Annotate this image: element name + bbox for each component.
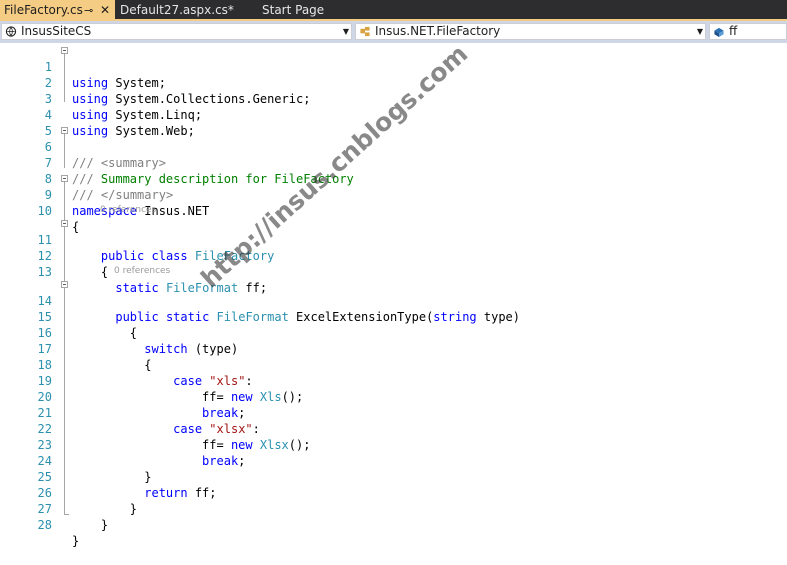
- csharp-project-icon: [5, 26, 17, 37]
- code-editor[interactable]: 1 using System; 2 using System.Collectio…: [0, 39, 787, 548]
- code-text: ff= new Xls();: [72, 390, 304, 404]
- code-text: return ff;: [144, 486, 217, 500]
- code-line: 8 /// </summary>: [0, 155, 173, 202]
- code-text: {: [72, 358, 152, 372]
- code-line: 17 {: [0, 325, 152, 372]
- project-dropdown[interactable]: InsusSiteCS ▼: [1, 23, 352, 40]
- navigation-bar: InsusSiteCS ▼ Insus.NET.FileFactory ▼ ff: [0, 21, 787, 43]
- code-line: 11 public class FileFactory: [0, 216, 275, 263]
- tab-filefactory[interactable]: FileFactory.cs ⊸ ✕: [0, 0, 115, 21]
- tab-start-page-label: Start Page: [262, 3, 325, 17]
- member-dropdown[interactable]: ff: [709, 23, 787, 40]
- line-number: 28: [37, 518, 52, 532]
- outline-guide: [64, 182, 65, 514]
- project-name: InsusSiteCS: [21, 24, 92, 38]
- tab-start-page[interactable]: Start Page: [258, 0, 324, 21]
- collapse-icon[interactable]: [61, 127, 68, 134]
- tab-default27-label: Default27.aspx.cs*: [120, 3, 234, 17]
- code-line: 12 {: [0, 232, 109, 279]
- code-text: using System.Web;: [72, 124, 195, 138]
- code-line: 3 using System.Linq;: [0, 75, 202, 122]
- code-text: {: [72, 265, 109, 279]
- code-line: 16 switch (type): [0, 309, 239, 356]
- code-line: 10 {: [0, 187, 80, 234]
- code-text: using System.Linq;: [72, 108, 203, 122]
- class-references-codelens[interactable]: 0 references: [100, 204, 156, 216]
- code-line: 15 {: [0, 293, 137, 340]
- code-line: 28 }: [0, 501, 80, 548]
- tab-default27[interactable]: Default27.aspx.cs*: [116, 0, 234, 21]
- code-line: 2 using System.Collections.Generic;: [0, 59, 311, 106]
- code-text: break;: [202, 454, 246, 468]
- code-line: 13 static FileFormat ff;: [0, 248, 268, 295]
- outline-guide: [64, 54, 65, 102]
- code-line: 4 using System.Web;: [0, 91, 195, 138]
- tab-filefactory-label: FileFactory.cs: [4, 3, 83, 17]
- code-text: case "xls":: [173, 374, 253, 388]
- code-text: /// <summary>: [72, 156, 166, 170]
- code-line: 14 public static FileFormat ExcelExtensi…: [0, 277, 520, 324]
- collapse-icon[interactable]: [61, 47, 68, 54]
- code-line: 9 namespace Insus.NET: [0, 171, 210, 218]
- chevron-down-icon[interactable]: ▼: [343, 24, 349, 39]
- code-text: ff= new Xlsx();: [72, 438, 311, 452]
- code-line: 27 }: [0, 485, 109, 532]
- code-line: 6 /// <summary>: [0, 123, 166, 170]
- pin-icon[interactable]: ⊸: [84, 0, 93, 21]
- code-line: 26 }: [0, 469, 137, 516]
- code-line: 5: [0, 107, 52, 138]
- collapse-icon[interactable]: [61, 281, 68, 288]
- collapse-icon[interactable]: [61, 175, 68, 182]
- document-tab-strip: FileFactory.cs ⊸ ✕ Default27.aspx.cs* St…: [0, 0, 787, 21]
- code-text: public static FileFormat ExcelExtensionT…: [115, 310, 521, 324]
- collapse-icon[interactable]: [61, 220, 68, 227]
- code-text: public class FileFactory: [100, 249, 275, 263]
- code-line: 20 break;: [0, 373, 246, 420]
- code-line: 19 ff= new Xls();: [0, 357, 304, 404]
- outline-guide: [64, 134, 65, 168]
- code-text: }: [72, 502, 138, 516]
- code-line: 23 break;: [0, 421, 246, 468]
- code-text: /// </summary>: [72, 188, 174, 202]
- code-text: }: [72, 534, 80, 548]
- method-references-codelens[interactable]: 0 references: [114, 265, 170, 277]
- code-line: 22 ff= new Xlsx();: [0, 405, 311, 452]
- code-text: /// Summary description for FileFactory: [72, 172, 354, 186]
- code-text: }: [72, 518, 109, 532]
- code-text: {: [72, 220, 80, 234]
- code-text: {: [72, 326, 138, 340]
- chevron-down-icon[interactable]: ▼: [697, 24, 703, 39]
- code-line: 7 /// Summary description for FileFactor…: [0, 139, 354, 186]
- type-scope-name: Insus.NET.FileFactory: [375, 24, 501, 38]
- field-icon: [714, 27, 724, 37]
- code-line: 1 using System;: [0, 43, 166, 90]
- outline-guide-end: [64, 514, 69, 515]
- code-text: static FileFormat ff;: [115, 281, 268, 295]
- code-text: break;: [202, 406, 246, 420]
- class-icon: [360, 26, 370, 37]
- member-name: ff: [729, 24, 738, 38]
- code-line: 24 }: [0, 437, 152, 484]
- code-line: 21 case "xlsx":: [0, 389, 260, 436]
- code-text: switch (type): [144, 342, 239, 356]
- code-text: }: [72, 470, 152, 484]
- code-text: using System.Collections.Generic;: [72, 92, 311, 106]
- code-text: case "xlsx":: [173, 422, 260, 436]
- code-line: 18 case "xls":: [0, 341, 253, 388]
- code-line: 25 return ff;: [0, 453, 217, 500]
- code-text: using System;: [72, 76, 166, 90]
- close-icon[interactable]: ✕: [100, 0, 110, 21]
- type-dropdown[interactable]: Insus.NET.FileFactory ▼: [355, 23, 706, 40]
